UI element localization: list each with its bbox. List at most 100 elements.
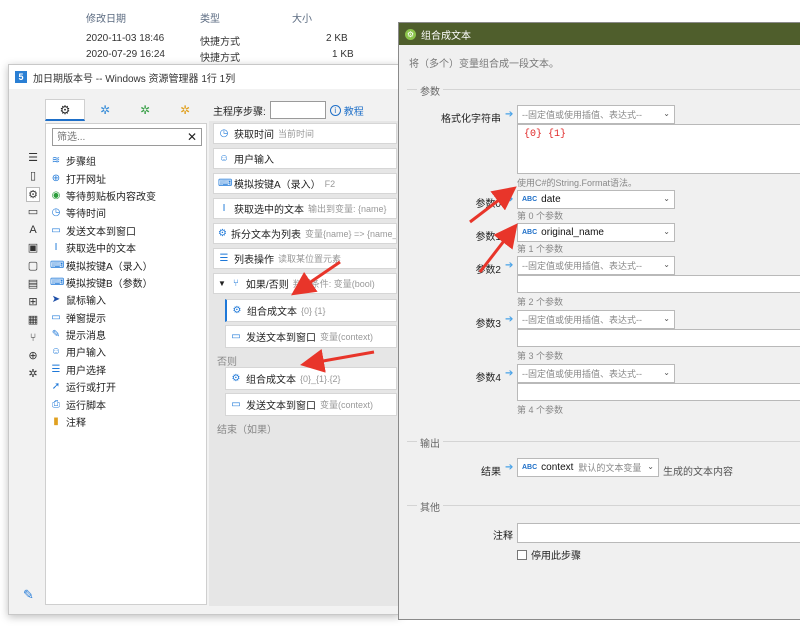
window-icon[interactable]: ▭ <box>26 205 40 220</box>
grid-icon[interactable]: ▦ <box>26 313 40 328</box>
tool-item[interactable]: ⌨ 模拟按键A（录入） <box>50 256 204 273</box>
help-link[interactable]: i 教程 <box>329 103 364 118</box>
bookmark-icon[interactable]: ▯ <box>26 169 40 184</box>
chevron-down-icon: ⌄ <box>663 260 670 269</box>
tool-label: 鼠标输入 <box>66 296 106 308</box>
cogs-icon[interactable]: ✲ <box>26 367 40 382</box>
step-item[interactable]: ◷ 获取时间 当前时间 <box>213 123 397 144</box>
branch-icon[interactable]: ⑂ <box>26 331 40 346</box>
document-icon[interactable]: ▤ <box>26 277 40 292</box>
tool-item[interactable]: ⌨ 模拟按键B（参数） <box>50 274 204 291</box>
result-dropdown[interactable]: ABC context 默认的文本变量 ⌄ <box>517 458 659 477</box>
windows-icon[interactable]: ⊞ <box>26 295 40 310</box>
collapse-icon[interactable]: ▼ <box>218 279 226 288</box>
tool-item[interactable]: ◷ 等待时间 <box>50 204 204 221</box>
popup-icon: ▭ <box>51 311 61 323</box>
tool-item[interactable]: ⊕ 打开网址 <box>50 169 204 186</box>
globe-icon[interactable]: ⊕ <box>26 349 40 364</box>
tool-label: 等待剪贴板内容改变 <box>66 191 156 203</box>
format-source-dropdown[interactable]: --固定值或使用插值、表达式-- ⌄ <box>517 105 675 124</box>
col-size[interactable]: 大小 <box>292 10 312 25</box>
col-type[interactable]: 类型 <box>200 10 220 25</box>
step-item[interactable]: ⌨ 模拟按键A（录入） F2 <box>213 173 397 194</box>
param2-input[interactable] <box>517 275 800 293</box>
close-icon[interactable]: ✕ <box>187 130 197 144</box>
clock-icon: ◷ <box>219 128 229 139</box>
tool-item[interactable]: ☺ 用户输入 <box>50 343 204 360</box>
app-logo-icon: 5 <box>15 71 27 83</box>
text-icon[interactable]: A <box>26 223 40 238</box>
main-titlebar[interactable]: 5 加日期版本号 -- Windows 资源管理器 1行 1列 <box>9 65 399 89</box>
tool-item[interactable]: ▭ 弹窗提示 <box>50 309 204 326</box>
dropdown-value: context <box>541 462 574 473</box>
format-note: 使用C#的String.Format语法。 <box>517 178 638 188</box>
tab-category-4[interactable]: ✲ <box>165 99 205 121</box>
step-item[interactable]: ⚙ 拆分文本为列表 变量{name} => {name_ <box>213 223 397 244</box>
arrow-right-icon: ➔ <box>505 462 514 473</box>
step-item[interactable]: ▭ 发送文本到窗口 变量(context) <box>225 325 397 348</box>
step-item[interactable]: ☰ 列表操作 读取某位置元素 <box>213 248 397 269</box>
tool-item[interactable]: ≋ 步骤组 <box>50 152 204 169</box>
wrench-icon[interactable]: ✎ <box>23 587 34 603</box>
gear-icon: ⚙ <box>218 228 227 239</box>
tool-item[interactable]: ➤ 鼠标输入 <box>50 291 204 308</box>
chevron-down-icon: ⌄ <box>663 368 670 377</box>
arrow-right-icon: ➔ <box>505 227 514 238</box>
dropdown-value: --固定值或使用插值、表达式-- <box>522 369 642 379</box>
format-value: {0} {1} <box>524 129 567 140</box>
step-item[interactable]: ▼ ⑂ 如果/否则 判断条件: 变量(bool) <box>213 273 397 294</box>
params-group-line <box>407 89 800 90</box>
disable-step-checkbox[interactable]: 停用此步骤 <box>517 547 581 562</box>
step-item[interactable]: ⚙ 组合成文本 {0}_{1}.{2} <box>225 367 397 390</box>
param3-dropdown[interactable]: --固定值或使用插值、表达式-- ⌄ <box>517 310 675 329</box>
branch-icon: ⑂ <box>232 278 239 289</box>
format-textarea[interactable]: {0} {1} <box>517 124 800 174</box>
tab-settings[interactable]: ⚙ <box>45 99 85 121</box>
comment-input[interactable] <box>517 523 800 543</box>
step-label: 列表操作 <box>234 255 274 266</box>
param3-input[interactable] <box>517 329 800 347</box>
param0-dropdown[interactable]: ABC date ⌄ <box>517 190 675 209</box>
send-text-icon: ▭ <box>231 399 241 410</box>
filter-input[interactable] <box>53 129 181 145</box>
tool-item[interactable]: ⎙ 运行脚本 <box>50 395 204 412</box>
col-modified-date[interactable]: 修改日期 <box>86 10 126 25</box>
tool-item[interactable]: ✎ 提示消息 <box>50 326 204 343</box>
output-group-label: 输出 <box>417 435 443 450</box>
step-label: 用户输入 <box>234 155 274 166</box>
checkbox-box[interactable] <box>517 549 527 560</box>
step-label: 发送文本到窗口 <box>246 333 316 344</box>
arrow-right-icon: ➔ <box>505 109 514 120</box>
row-type: 快捷方式 <box>200 53 240 64</box>
param2-dropdown[interactable]: --固定值或使用插值、表达式-- ⌄ <box>517 256 675 275</box>
tool-item[interactable]: ▮ 注释 <box>50 413 204 430</box>
chevron-down-icon: ⌄ <box>663 227 670 236</box>
tool-item[interactable]: ◉ 等待剪贴板内容改变 <box>50 187 204 204</box>
dialog-titlebar[interactable]: ⚙ 组合成文本 <box>399 23 800 45</box>
param1-dropdown[interactable]: ABC original_name ⌄ <box>517 223 675 242</box>
tab-category-2[interactable]: ✲ <box>85 99 125 121</box>
param4-input[interactable] <box>517 383 800 401</box>
tool-item[interactable]: ➚ 运行或打开 <box>50 378 204 395</box>
list-icon[interactable]: ☰ <box>26 151 40 166</box>
globe-icon: ⊕ <box>51 172 61 184</box>
tab-category-3[interactable]: ✲ <box>125 99 165 121</box>
info-icon: i <box>329 104 341 116</box>
step-item[interactable]: ⚙ 组合成文本 {0} {1} <box>225 299 397 322</box>
tool-item[interactable]: I 获取选中的文本 <box>50 239 204 256</box>
step-item[interactable]: ☺ 用户输入 <box>213 148 397 169</box>
step-item[interactable]: ▭ 发送文本到窗口 变量(context) <box>225 393 397 416</box>
tool-item[interactable]: ▭ 发送文本到窗口 <box>50 222 204 239</box>
image-icon[interactable]: ▣ <box>26 241 40 256</box>
output-group-line <box>407 441 800 442</box>
main-steps-input[interactable] <box>269 101 326 119</box>
gear-icon[interactable]: ⚙ <box>26 187 40 202</box>
keyboard-icon: ⌨ <box>50 276 65 288</box>
step-item[interactable]: I 获取选中的文本 输出到变量: {name} <box>213 198 397 219</box>
param4-dropdown[interactable]: --固定值或使用插值、表达式-- ⌄ <box>517 364 675 383</box>
user-icon: ☺ <box>50 346 62 358</box>
clipboard-icon[interactable]: ▢ <box>26 259 40 274</box>
step-hint: {0} {1} <box>301 305 326 316</box>
row-date: 2020-11-03 18:46 <box>86 33 165 44</box>
tool-item[interactable]: ☰ 用户选择 <box>50 361 204 378</box>
